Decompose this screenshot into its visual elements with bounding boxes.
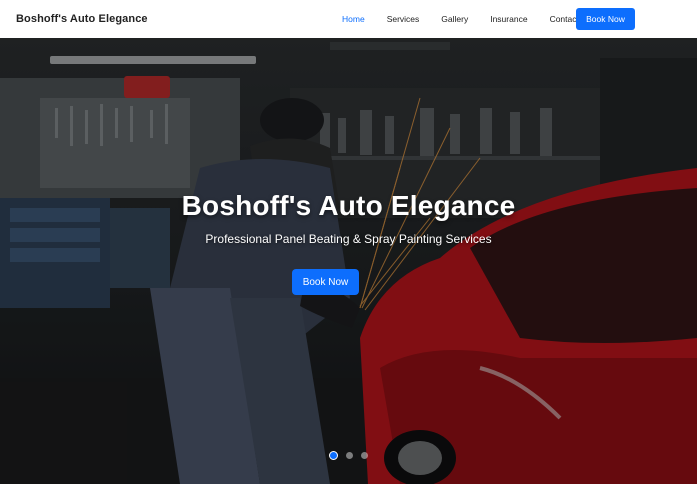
nav-link-gallery[interactable]: Gallery — [441, 14, 468, 24]
hero-content: Boshoff's Auto Elegance Professional Pan… — [0, 190, 697, 246]
carousel-indicators — [0, 451, 697, 460]
carousel-indicator-3[interactable] — [361, 452, 368, 459]
navbar: Boshoff's Auto Elegance Home Services Ga… — [0, 0, 697, 38]
hero-overlay — [0, 38, 697, 484]
nav-link-services[interactable]: Services — [387, 14, 420, 24]
nav-link-contact[interactable]: Contact — [550, 14, 579, 24]
nav-book-now-button[interactable]: Book Now — [576, 8, 635, 30]
nav-links: Home Services Gallery Insurance Contact — [342, 0, 601, 38]
carousel-indicator-1[interactable] — [329, 451, 338, 460]
carousel-indicator-2[interactable] — [346, 452, 353, 459]
hero-subtitle: Professional Panel Beating & Spray Paint… — [205, 232, 492, 246]
brand-logo[interactable]: Boshoff's Auto Elegance — [16, 13, 148, 25]
nav-link-insurance[interactable]: Insurance — [490, 14, 527, 24]
hero-carousel: Boshoff's Auto Elegance Professional Pan… — [0, 38, 697, 484]
hero-title: Boshoff's Auto Elegance — [181, 190, 516, 221]
nav-link-home[interactable]: Home — [342, 14, 365, 24]
hero-book-now-button[interactable]: Book Now — [292, 269, 359, 295]
